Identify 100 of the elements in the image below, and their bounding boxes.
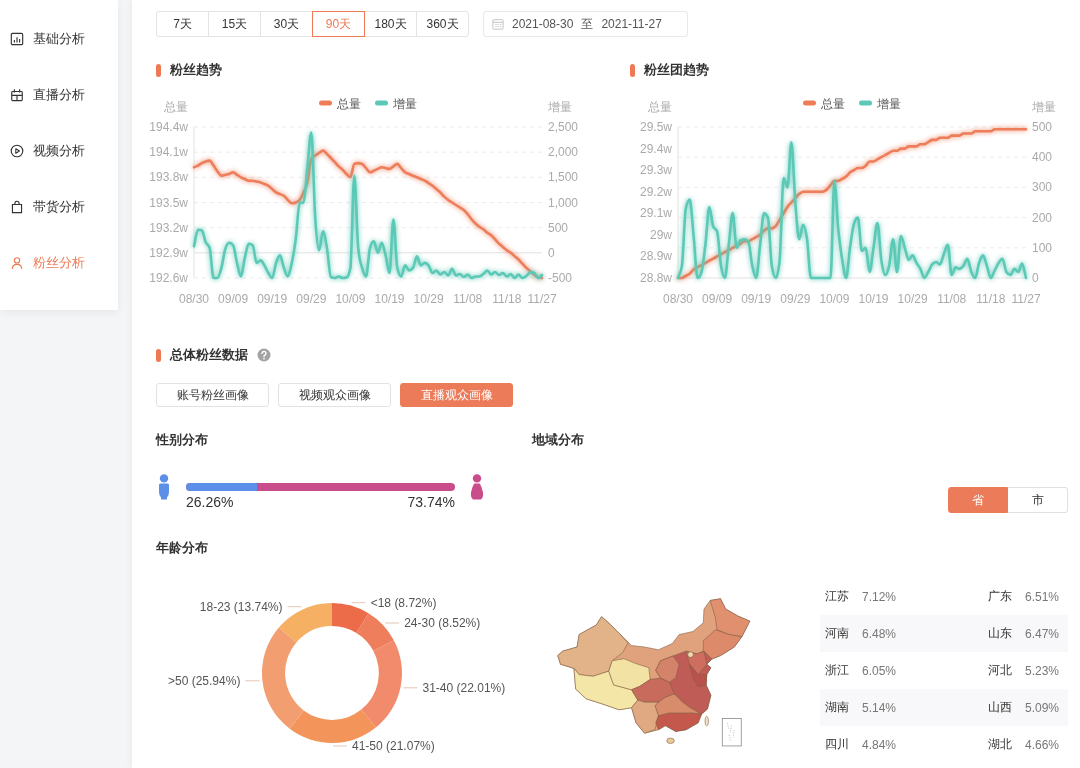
axis-label: 2,000	[548, 145, 579, 160]
axis-label: 400	[1032, 150, 1053, 165]
leader-line	[332, 745, 348, 747]
axis-label: 11/08	[453, 292, 483, 306]
slice-label: <18 (8.72%)	[370, 595, 437, 610]
legend-label: 总量	[821, 96, 845, 111]
section-title: 粉丝趋势	[170, 62, 222, 78]
date-range-field[interactable]: 2021-08-30 至 2021-11-27	[483, 11, 688, 37]
legend-label: 总量	[337, 96, 361, 111]
province-name: 湖南	[825, 699, 850, 716]
play-circle-icon	[10, 144, 24, 158]
axis-label: 2,500	[548, 120, 579, 134]
axis-label: 10/09	[335, 292, 366, 306]
province-share: 5.23%	[1025, 663, 1061, 678]
period-tab[interactable]: 360天	[416, 11, 469, 37]
man-icon	[156, 474, 172, 500]
axis-label: 28.9w	[639, 249, 672, 264]
sidebar-item[interactable]: 视频分析	[0, 123, 118, 179]
axis-label: 29.5w	[639, 120, 672, 134]
title-marker-icon	[156, 348, 161, 362]
period-tab[interactable]: 30天	[260, 11, 313, 37]
axis-label: 09/09	[702, 292, 733, 306]
province-name: 河南	[825, 625, 850, 642]
province-name: 浙江	[825, 662, 850, 679]
axis-label: 08/30	[179, 292, 209, 306]
section-title: 总体粉丝数据	[170, 347, 248, 363]
axis-label: 192.9w	[149, 245, 188, 260]
axis-label: 09/29	[780, 292, 811, 306]
axis-label: 194.4w	[149, 120, 188, 134]
scope-tab[interactable]: 市	[1008, 487, 1068, 513]
axis-label: 10/29	[413, 292, 444, 306]
axis-label: 11/27	[1011, 292, 1041, 306]
axis-label: 11/27	[527, 292, 557, 306]
calendar-icon	[10, 88, 24, 102]
axis-label: 1,000	[548, 195, 579, 210]
axis-label: 193.8w	[149, 170, 188, 185]
period-tab[interactable]: 180天	[364, 11, 417, 37]
axis-label: 10/09	[819, 292, 850, 306]
province-name: 江苏	[825, 588, 850, 605]
portrait-tab[interactable]: 视频观众画像	[278, 383, 391, 407]
axis-label: 10/19	[374, 292, 405, 306]
period-tab[interactable]: 15天	[208, 11, 261, 37]
axis-label: 100	[1032, 240, 1053, 255]
axis-label: 193.2w	[149, 220, 188, 235]
period-tab[interactable]: 7天	[156, 11, 209, 37]
slice-label: >50 (25.94%)	[168, 673, 241, 688]
title-marker-icon	[630, 63, 635, 77]
sidebar-item[interactable]: 直播分析	[0, 67, 118, 123]
axis-label: 11/08	[937, 292, 967, 306]
axis-label: 29.4w	[639, 141, 672, 156]
axis-label: 0	[548, 245, 555, 260]
section-title: 粉丝团趋势	[644, 62, 709, 78]
province-name: 广东	[988, 588, 1013, 605]
axis-label: 29w	[650, 227, 672, 242]
slice-label: 31-40 (22.01%)	[422, 680, 506, 695]
slice-label: 41-50 (21.07%)	[352, 739, 435, 753]
axis-label: 28.8w	[639, 271, 672, 285]
province-name: 湖北	[988, 736, 1013, 753]
axis-label: 09/29	[296, 292, 327, 306]
province-name: 河北	[988, 662, 1013, 679]
leader-line	[351, 602, 367, 604]
axis-label: 08/30	[663, 292, 693, 306]
leader-line	[287, 606, 302, 608]
axis-title: 增量	[548, 100, 572, 114]
province-share: 5.09%	[1025, 700, 1061, 715]
province-share: 5.14%	[862, 700, 898, 715]
province-share: 6.48%	[862, 626, 898, 641]
calendar-icon	[492, 18, 504, 30]
portrait-tab[interactable]: 账号粉丝画像	[156, 383, 269, 407]
province-name: 山东	[988, 625, 1013, 642]
sidebar-item[interactable]: 基础分析	[0, 11, 118, 67]
axis-label: -500	[548, 271, 573, 285]
legend-label: 增量	[393, 96, 417, 111]
axis-title: 增量	[1032, 100, 1056, 114]
leader-line	[403, 687, 418, 689]
male-share: 26.26%	[186, 494, 234, 511]
section-subtitle: 年龄分布	[156, 540, 209, 556]
axis-label: 192.6w	[149, 271, 188, 285]
axis-label: 09/19	[257, 292, 288, 306]
help-icon	[257, 348, 271, 362]
province-share: 6.51%	[1025, 589, 1061, 604]
slice-label: 18-23 (13.74%)	[199, 599, 283, 614]
axis-label: 29.1w	[639, 206, 672, 221]
axis-label: 194.1w	[149, 145, 188, 160]
axis-label: 200	[1032, 210, 1053, 225]
person-icon	[10, 256, 24, 270]
axis-title: 总量	[648, 100, 672, 114]
shopping-bag-icon	[10, 200, 24, 214]
province-share: 4.84%	[862, 737, 898, 752]
axis-label: 09/09	[218, 292, 249, 306]
province-share: 7.12%	[862, 589, 898, 604]
sidebar-item[interactable]: 带货分析	[0, 179, 118, 235]
province-share: 6.47%	[1025, 626, 1061, 641]
axis-label: 29.2w	[639, 184, 672, 199]
axis-label: 11/18	[976, 292, 1006, 306]
axis-label: 29.3w	[639, 163, 672, 178]
axis-label: 10/19	[858, 292, 889, 306]
woman-icon	[469, 474, 485, 500]
leader-line	[244, 680, 260, 682]
axis-label: 10/29	[897, 292, 928, 306]
